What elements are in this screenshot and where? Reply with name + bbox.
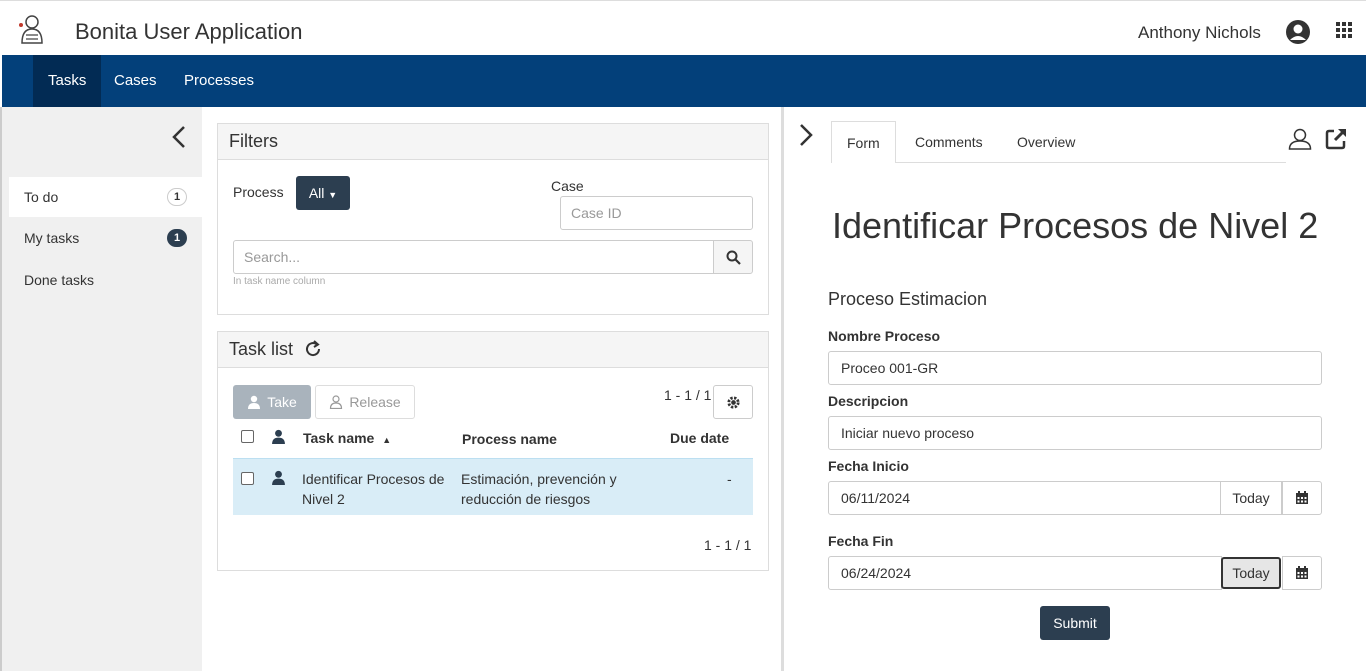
sidebar-item-label: My tasks [24,230,80,246]
release-label: Release [349,394,401,410]
task-name-cell[interactable]: Identificar Procesos de Nivel 2 [302,469,444,509]
due-date-cell: - [727,471,732,487]
chevron-right-icon[interactable] [798,123,814,147]
fecha-inicio-today-button[interactable]: Today [1220,481,1282,515]
apps-grid-icon[interactable] [1336,22,1352,38]
process-filter-dropdown[interactable]: All ▼ [296,176,350,210]
filters-title: Filters [218,124,768,160]
process-name-cell: Estimación, prevención y reducción de ri… [461,469,617,509]
fecha-fin-today-button[interactable]: Today [1221,557,1281,589]
process-name-line: Estimación, prevención y [461,471,617,487]
user-outline-icon [330,395,343,409]
user-icon [272,470,285,485]
task-name-header-label: Task name [303,430,375,446]
refresh-icon[interactable] [304,340,322,358]
nav-processes[interactable]: Processes [169,55,269,107]
pagination-bottom: 1 - 1 / 1 [704,537,752,553]
search-hint: In task name column [233,276,326,287]
task-detail-pane: Form Comments Overview Identificar Proce… [784,107,1366,671]
case-id-input[interactable]: Case ID [560,196,753,230]
search-button[interactable] [713,240,753,274]
top-header: Bonita User Application Anthony Nichols [0,0,1366,55]
nombre-proceso-label: Nombre Proceso [828,328,941,344]
process-label: Process [233,184,284,200]
calendar-icon [1296,491,1308,504]
take-label: Take [267,394,297,410]
form-subtitle: Proceso Estimacion [828,289,988,309]
sidebar-item-done-tasks[interactable]: Done tasks [9,260,202,300]
process-name-column-header[interactable]: Process name [462,431,557,447]
external-link-icon[interactable] [1325,127,1348,150]
settings-button[interactable] [713,385,753,419]
fecha-fin-label: Fecha Fin [828,533,894,549]
user-name[interactable]: Anthony Nichols [1138,23,1261,43]
tab-overview[interactable]: Overview [1002,121,1090,163]
fecha-fin-input[interactable]: 06/24/2024 [828,556,1222,590]
task-list-header: Task list [218,332,768,368]
due-date-column-header[interactable]: Due date [670,430,729,446]
assign-user-icon[interactable] [1288,128,1312,150]
case-label: Case [551,178,584,194]
sidebar-item-label: To do [24,189,59,205]
take-button[interactable]: Take [233,385,311,419]
task-name-line: Identificar Procesos de [302,471,445,487]
process-filter-value: All [308,185,325,201]
row-checkbox[interactable] [241,472,254,485]
bonita-logo-icon[interactable] [14,13,48,45]
descripcion-input[interactable]: Iniciar nuevo proceso [828,416,1322,450]
process-name-line: reducción de riesgos [461,491,591,507]
task-name-line: Nivel 2 [302,491,345,507]
descripcion-label: Descripcion [828,393,909,409]
search-input[interactable]: Search... [233,240,715,274]
filters-panel: Filters Process All ▼ Case Case ID Searc… [217,123,769,315]
my-tasks-count-badge: 1 [167,229,187,247]
nombre-proceso-input[interactable]: Proceo 001-GR [828,351,1322,385]
pagination-top: 1 - 1 / 1 [664,387,712,403]
app-title[interactable]: Bonita User Application [75,19,302,45]
submit-button[interactable]: Submit [1040,606,1110,640]
sort-ascending-icon: ▲ [382,435,392,445]
form-title: Identificar Procesos de Nivel 2 [832,205,1319,246]
chevron-left-icon[interactable] [170,125,188,149]
nav-cases[interactable]: Cases [99,55,172,107]
caret-down-icon: ▼ [328,190,338,200]
gear-icon [726,395,740,409]
select-all-checkbox[interactable] [241,430,254,443]
tab-form[interactable]: Form [831,121,896,163]
sidebar-item-my-tasks[interactable]: My tasks 1 [9,218,202,258]
todo-count-badge: 1 [167,188,187,206]
calendar-icon [1296,566,1308,579]
nav-tasks[interactable]: Tasks [33,55,102,107]
fecha-inicio-calendar-button[interactable] [1282,481,1322,515]
assigned-user-column-icon [272,429,285,444]
task-list-title: Task list [229,339,294,359]
task-sidebar: To do 1 My tasks 1 Done tasks [2,107,202,671]
release-button[interactable]: Release [315,385,415,419]
tab-comments[interactable]: Comments [900,121,998,163]
fecha-inicio-label: Fecha Inicio [828,458,909,474]
fecha-fin-calendar-button[interactable] [1282,556,1322,590]
sidebar-item-todo[interactable]: To do 1 [9,177,202,217]
search-icon [726,250,741,265]
fecha-inicio-input[interactable]: 06/11/2024 [828,481,1222,515]
sidebar-item-label: Done tasks [24,272,95,288]
main-navbar: Tasks Cases Processes [2,55,1366,107]
task-name-column-header[interactable]: Task name ▲ [303,430,391,446]
table-row[interactable]: Identificar Procesos de Nivel 2 Estimaci… [233,458,753,515]
user-avatar-icon[interactable] [1285,19,1311,45]
user-icon [248,395,261,409]
task-list-panel: Task list Take Release 1 - 1 / 1 Task na… [217,331,769,571]
